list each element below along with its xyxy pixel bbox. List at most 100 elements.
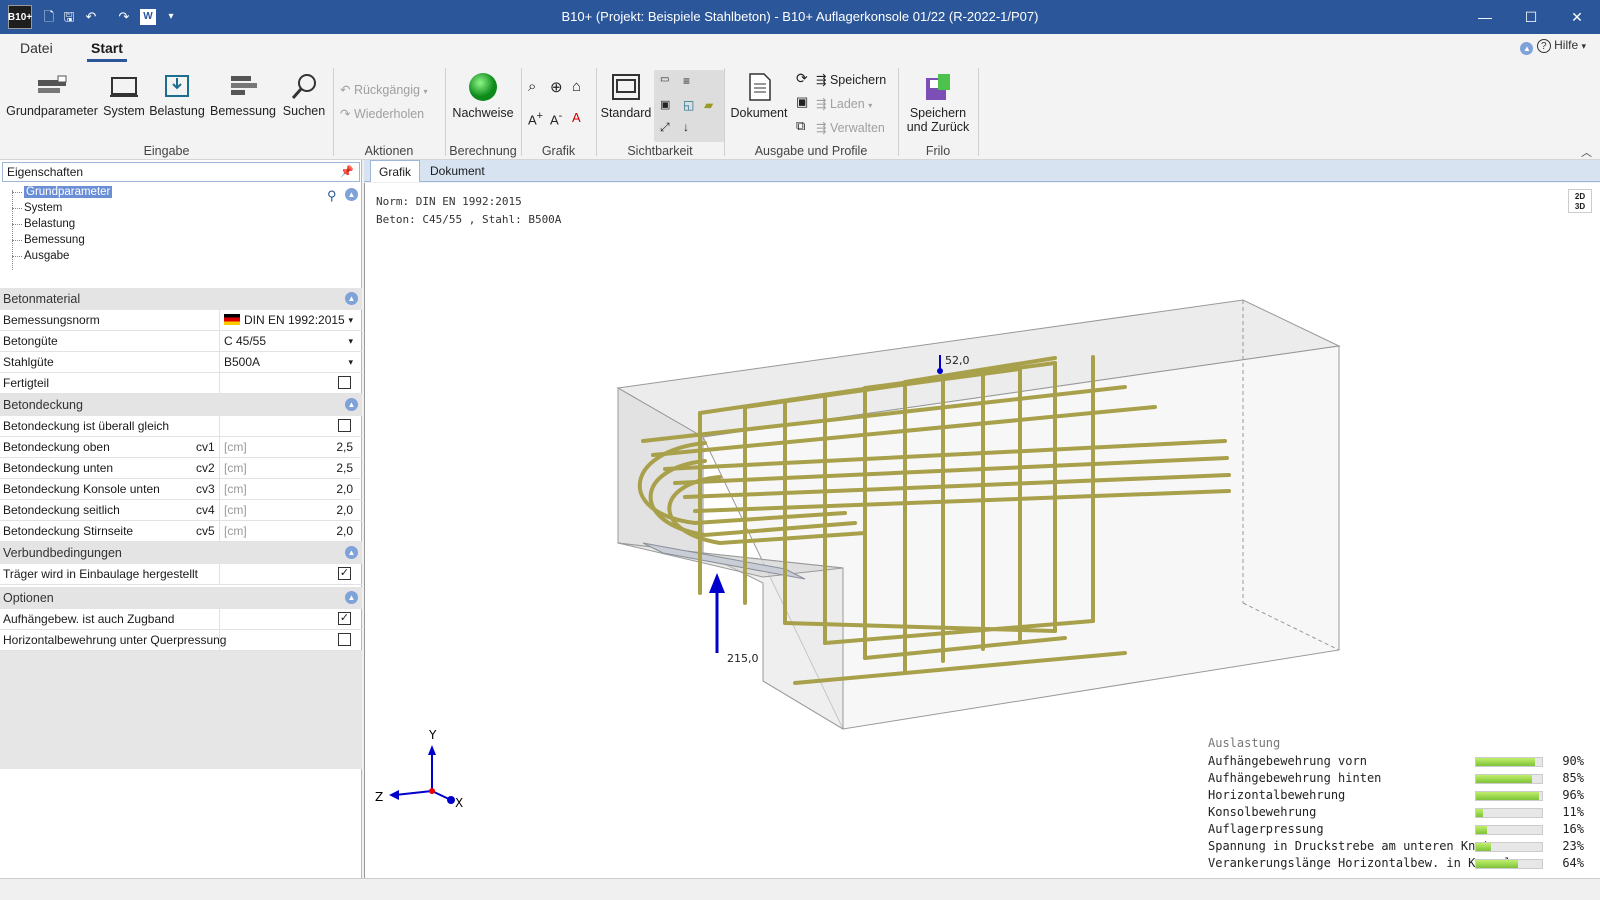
value: 2,0 <box>336 503 353 517</box>
maximize-button[interactable]: ☐ <box>1508 0 1554 34</box>
collapse-icon[interactable]: ▲ <box>345 546 358 559</box>
cover-same-checkbox[interactable] <box>338 419 351 432</box>
section-betondeckung[interactable]: Betondeckung ▲ <box>0 394 362 416</box>
label-toggle-icon[interactable]: ▣ <box>660 98 670 111</box>
speichern-zurueck-button[interactable]: Speichern und Zurück <box>902 72 974 134</box>
row-symbol: cv1 <box>196 440 215 454</box>
grundparameter-label: Grundparameter <box>6 104 98 118</box>
collapse-icon[interactable]: ▲ <box>345 188 358 201</box>
speichern-profile-button[interactable]: ⇶ Speichern <box>816 72 886 87</box>
usage-bar-fill <box>1476 860 1519 868</box>
belastung-button[interactable]: Belastung <box>148 72 206 118</box>
collapse-icon[interactable]: ▲ <box>345 591 358 604</box>
text-color-icon[interactable]: A <box>572 110 581 125</box>
einbaulage-checkbox[interactable]: ✓ <box>338 567 351 580</box>
usage-bar <box>1475 791 1543 801</box>
status-bar <box>0 878 1600 900</box>
usage-bar <box>1475 774 1543 784</box>
section-optionen[interactable]: Optionen ▲ <box>0 587 362 609</box>
graphic-canvas[interactable]: Norm: DIN EN 1992:2015 Beton: C45/55 , S… <box>364 183 1600 878</box>
tab-dokument[interactable]: Dokument <box>422 160 493 182</box>
bemessung-button[interactable]: Bemessung <box>208 72 278 118</box>
rebar-toggle-icon[interactable]: ▰ <box>704 98 713 112</box>
font-smaller-icon[interactable]: A- <box>550 110 562 127</box>
profile-load-icon: ⇶ <box>816 97 830 111</box>
collapse-icon[interactable]: ▲ <box>345 398 358 411</box>
unit-label: [cm] <box>224 524 247 538</box>
bemessungsnorm-select[interactable]: DIN EN 1992:2015 ▾ <box>219 310 359 330</box>
grundparameter-button[interactable]: Grundparameter <box>6 72 98 118</box>
help-menu[interactable]: ▲ ? Hilfe ▾ <box>1520 38 1586 55</box>
suchen-button[interactable]: Suchen <box>280 72 328 118</box>
row-label: Stahlgüte <box>3 355 54 369</box>
zoom-in-icon[interactable]: ⊕ <box>550 78 563 96</box>
zugband-checkbox[interactable]: ✓ <box>338 612 351 625</box>
collapse-icon[interactable]: ▲ <box>1520 42 1534 55</box>
load-arrow-bottom <box>709 573 725 653</box>
row-label: Betondeckung Stirnseite <box>3 524 134 538</box>
row-label: Betondeckung seitlich <box>3 503 120 517</box>
ribbon-tabs: Datei Start ▲ ? Hilfe ▾ <box>0 34 1600 64</box>
standard-button[interactable]: Standard <box>600 72 652 120</box>
image-icon[interactable]: ▣ <box>796 94 808 110</box>
axes-toggle-icon[interactable]: ⤢ <box>660 120 670 135</box>
usage-panel: Auslastung Aufhängebewehrung vorn 90% Aufh… <box>1208 736 1588 872</box>
verwalten-button[interactable]: ⇶ Verwalten <box>816 120 885 135</box>
tree-item-bemessung[interactable]: Bemessung <box>10 232 112 248</box>
group-berechnung: Berechnung <box>449 144 517 158</box>
pin-icon[interactable]: 📌 <box>340 165 354 178</box>
title-bar: B10+ 🗋 🖫 ↶ ↷ W ▾ B10+ (Projekt: Beispiel… <box>0 0 1600 34</box>
section-verbund[interactable]: Verbundbedingungen ▲ <box>0 542 362 564</box>
laden-button[interactable]: ⇶ Laden ▾ <box>816 96 872 111</box>
undo-label: Rückgängig <box>353 83 420 97</box>
search-icon[interactable]: ⚲ <box>327 188 337 204</box>
undo-icon: ↶ <box>340 83 354 97</box>
redo-button[interactable]: ↷ Wiederholen <box>340 106 424 121</box>
cover-front-input[interactable]: [cm] 2,0 <box>219 521 359 541</box>
system-button[interactable]: System <box>102 72 146 118</box>
cover-side-input[interactable]: [cm] 2,0 <box>219 500 359 520</box>
tree-item-system[interactable]: System <box>10 200 112 216</box>
row-symbol: cv3 <box>196 482 215 496</box>
section-betonmaterial[interactable]: Betonmaterial ▲ <box>0 288 362 310</box>
external-icon[interactable]: ⧉ <box>796 118 805 134</box>
undo-button[interactable]: ↶ Rückgängig ▾ <box>340 82 427 97</box>
home-view-icon[interactable]: ⌂ <box>572 78 581 95</box>
tab-datei[interactable]: Datei <box>16 40 57 56</box>
row-symbol: cv2 <box>196 461 215 475</box>
querpressung-checkbox[interactable] <box>338 633 351 646</box>
load-toggle-icon[interactable]: ↓ <box>683 120 689 134</box>
stahlguete-select[interactable]: B500A ▾ <box>219 352 359 372</box>
cover-top-input[interactable]: [cm] 2,5 <box>219 437 359 457</box>
refresh-icon[interactable]: ⟳ <box>796 70 808 87</box>
zoom-icon[interactable]: ⌕ <box>528 78 536 95</box>
row-cover-bottom: Betondeckung unten cv2 [cm] 2,5 <box>0 458 362 479</box>
row-label: Träger wird in Einbaulage hergestellt <box>3 567 198 581</box>
collapse-icon[interactable]: ▲ <box>345 292 358 305</box>
collapse-ribbon-icon[interactable]: ︿ <box>1581 144 1592 160</box>
dokument-label: Dokument <box>730 106 788 120</box>
minimize-button[interactable]: — <box>1462 0 1508 34</box>
text-toggle-icon[interactable]: ≡ <box>683 74 690 88</box>
cover-bottom-input[interactable]: [cm] 2,5 <box>219 458 359 478</box>
tree-item-grundparameter[interactable]: Grundparameter <box>10 184 113 200</box>
grundparameter-icon <box>38 75 67 93</box>
cover-console-input[interactable]: [cm] 2,0 <box>219 479 359 499</box>
tree-item-belastung[interactable]: Belastung <box>10 216 112 232</box>
axes-gizmo <box>389 745 455 804</box>
tab-start[interactable]: Start <box>87 40 127 62</box>
surface-toggle-icon[interactable]: ◱ <box>683 98 694 112</box>
nachweise-button[interactable]: Nachweise <box>450 72 516 120</box>
tree-item-ausgabe[interactable]: Ausgabe <box>10 248 112 264</box>
dokument-button[interactable]: Dokument <box>728 72 790 120</box>
font-larger-icon[interactable]: A+ <box>528 110 543 127</box>
dimension-toggle-icon[interactable]: ▭ <box>660 74 669 85</box>
betonguete-select[interactable]: C 45/55 ▾ <box>219 331 359 351</box>
laden-label: Laden <box>829 97 865 111</box>
tab-grafik[interactable]: Grafik <box>370 160 421 182</box>
row-querpressung: Horizontalbewehrung unter Querpressung <box>0 630 362 651</box>
speichern-profile-label: Speichern <box>829 73 887 87</box>
fertigteil-checkbox[interactable] <box>338 376 351 389</box>
close-button[interactable]: ✕ <box>1554 0 1600 34</box>
help-label: Hilfe <box>1554 38 1579 52</box>
